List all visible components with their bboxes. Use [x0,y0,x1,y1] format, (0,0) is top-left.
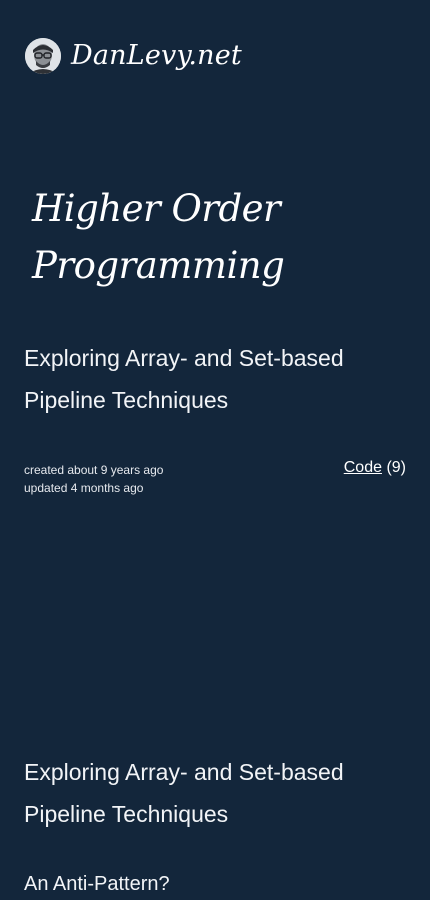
site-title-link[interactable]: DanLevy.net [71,36,242,76]
code-tag-link[interactable]: Code [344,459,382,476]
code-tag-count: (9) [386,459,406,476]
site-header: DanLevy.net [25,36,242,76]
post-subtitle: Exploring Array- and Set-based Pipeline … [24,345,344,413]
avatar[interactable] [25,38,61,74]
updated-date: updated 4 months ago [24,481,144,495]
section-heading: An Anti-Pattern? [24,873,170,895]
code-tag: Code (9) [344,457,406,479]
post-dates: created about 9 years ago updated 4 mont… [24,461,163,497]
content-heading: Exploring Array- and Set-based Pipeline … [24,759,344,827]
page-title: Higher Order Programming [32,187,285,287]
created-date: created about 9 years ago [24,463,164,477]
author-avatar-icon [25,38,61,74]
